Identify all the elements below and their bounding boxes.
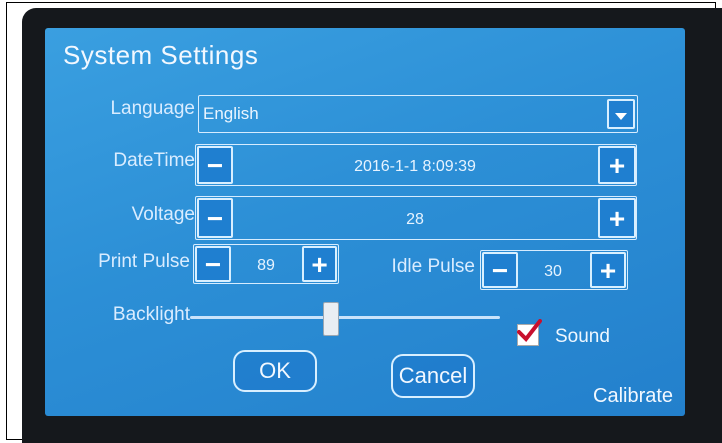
- checkmark-icon: [517, 319, 542, 343]
- voltage-plus-button[interactable]: +: [598, 198, 636, 238]
- backlight-slider-thumb[interactable]: [322, 302, 339, 336]
- print-pulse-value: 89: [257, 257, 275, 274]
- datetime-label: DateTime: [113, 150, 195, 171]
- print-pulse-minus-button[interactable]: −: [195, 246, 231, 282]
- datetime-value: 2016-1-1 8:09:39: [354, 158, 476, 175]
- calibrate-button[interactable]: Calibrate: [593, 385, 673, 408]
- datetime-minus-button[interactable]: −: [197, 146, 233, 184]
- language-dropdown-button[interactable]: [607, 99, 635, 129]
- datetime-plus-button[interactable]: +: [598, 146, 636, 184]
- idle-pulse-label: Idle Pulse: [391, 256, 475, 277]
- language-value: English: [203, 104, 259, 123]
- sound-label: Sound: [555, 326, 610, 347]
- settings-screen: System Settings Language English DateTim…: [45, 28, 685, 416]
- backlight-slider-track[interactable]: [190, 316, 500, 319]
- ok-button[interactable]: OK: [233, 350, 317, 392]
- voltage-label: Voltage: [131, 204, 195, 225]
- voltage-minus-button[interactable]: −: [197, 198, 233, 238]
- idle-pulse-plus-button[interactable]: +: [590, 252, 626, 288]
- page-title: System Settings: [63, 40, 259, 70]
- print-pulse-label: Print Pulse: [98, 251, 190, 272]
- chevron-down-icon: [615, 113, 627, 120]
- voltage-value: 28: [406, 211, 424, 228]
- sound-checkbox[interactable]: [517, 319, 542, 346]
- backlight-label: Backlight: [112, 304, 190, 325]
- language-select[interactable]: English: [198, 95, 638, 133]
- idle-pulse-value: 30: [544, 263, 562, 280]
- idle-pulse-minus-button[interactable]: −: [482, 252, 518, 288]
- print-pulse-plus-button[interactable]: +: [302, 246, 337, 282]
- cancel-button[interactable]: Cancel: [391, 354, 475, 398]
- language-label: Language: [110, 98, 195, 119]
